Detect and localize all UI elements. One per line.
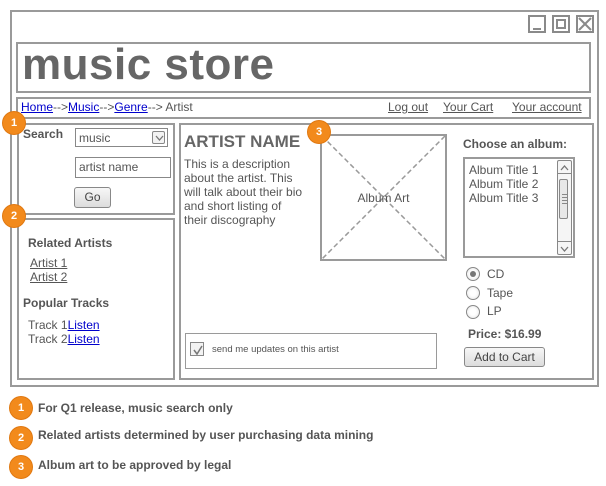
maximize-icon[interactable] — [552, 15, 570, 33]
related-artists-title: Related Artists — [28, 236, 113, 250]
format-label: Tape — [487, 286, 514, 300]
callout-badge: 3 — [308, 121, 330, 143]
note-badge: 2 — [10, 427, 32, 449]
note-badge: 1 — [10, 397, 32, 419]
scroll-thumb[interactable] — [559, 179, 568, 219]
format-label: LP — [487, 304, 502, 318]
note-text: For Q1 release, music search only — [38, 401, 233, 415]
search-input[interactable]: artist name — [75, 157, 171, 178]
add-to-cart-button[interactable]: Add to Cart — [464, 347, 545, 367]
related-artist-link[interactable]: Artist 1 — [30, 256, 67, 270]
callout-badge: 2 — [3, 205, 25, 227]
callout-badge: 1 — [3, 112, 25, 134]
note-badge: 3 — [10, 456, 32, 478]
format-radio-cd[interactable] — [466, 267, 480, 281]
scroll-down-icon[interactable] — [558, 241, 571, 254]
price-label: Price: $16.99 — [468, 327, 542, 341]
chevron-down-icon[interactable] — [152, 131, 165, 144]
format-radio-lp[interactable] — [466, 305, 480, 319]
close-icon[interactable] — [576, 15, 594, 33]
album-option[interactable]: Album Title 3 — [469, 191, 538, 205]
album-art-image: Album Art — [320, 134, 447, 261]
search-label: Search — [23, 127, 64, 141]
track-name: Track 2 — [28, 332, 68, 346]
breadcrumb: Home-->Music-->Genre--> Artist — [21, 100, 193, 114]
track-name: Track 1 — [28, 318, 68, 332]
breadcrumb-separator: --> — [53, 100, 69, 114]
breadcrumb-home[interactable]: Home — [21, 100, 53, 114]
description-line: will talk about their bio — [184, 185, 303, 199]
scroll-up-icon[interactable] — [558, 161, 571, 174]
logout-link[interactable]: Log out — [388, 100, 428, 114]
format-radio-tape[interactable] — [466, 286, 480, 300]
breadcrumb-genre[interactable]: Genre — [114, 100, 147, 114]
artist-description: This is a description about the artist. … — [184, 157, 302, 227]
album-scrollbar[interactable] — [557, 160, 572, 255]
album-option[interactable]: Album Title 1 — [469, 163, 538, 177]
breadcrumb-music[interactable]: Music — [68, 100, 99, 114]
description-line: their discography — [184, 213, 276, 227]
listen-link[interactable]: Listen — [68, 332, 100, 346]
note-text: Related artists determined by user purch… — [38, 428, 374, 442]
track-item: Track 1Listen — [28, 318, 100, 332]
album-option[interactable]: Album Title 2 — [469, 177, 538, 191]
description-line: This is a description — [184, 157, 291, 171]
breadcrumb-separator: --> — [99, 100, 115, 114]
popular-tracks-title: Popular Tracks — [23, 296, 110, 310]
breadcrumb-current: Artist — [162, 100, 193, 114]
artist-name: ARTIST NAME — [184, 132, 301, 151]
cart-link[interactable]: Your Cart — [443, 100, 493, 114]
listen-link[interactable]: Listen — [68, 318, 100, 332]
choose-album-label: Choose an album: — [463, 137, 568, 151]
site-logo[interactable]: music store — [22, 40, 274, 90]
go-button[interactable]: Go — [74, 187, 111, 208]
updates-label: send me updates on this artist — [212, 344, 339, 355]
track-item: Track 2Listen — [28, 332, 100, 346]
album-art-label: Album Art — [357, 191, 410, 205]
format-label: CD — [487, 267, 505, 281]
search-category-select[interactable]: music — [75, 128, 168, 147]
note-text: Album art to be approved by legal — [38, 458, 232, 472]
description-line: and short listing of — [184, 199, 282, 213]
account-link[interactable]: Your account — [512, 100, 582, 114]
minimize-icon[interactable] — [528, 15, 546, 33]
search-input-value: artist name — [79, 160, 139, 174]
search-category-value: music — [79, 131, 111, 145]
description-line: about the artist. This — [184, 171, 293, 185]
breadcrumb-separator: --> — [147, 100, 163, 114]
album-listbox[interactable]: Album Title 1 Album Title 2 Album Title … — [463, 157, 575, 258]
updates-checkbox[interactable] — [190, 342, 204, 356]
related-artist-link[interactable]: Artist 2 — [30, 270, 67, 284]
